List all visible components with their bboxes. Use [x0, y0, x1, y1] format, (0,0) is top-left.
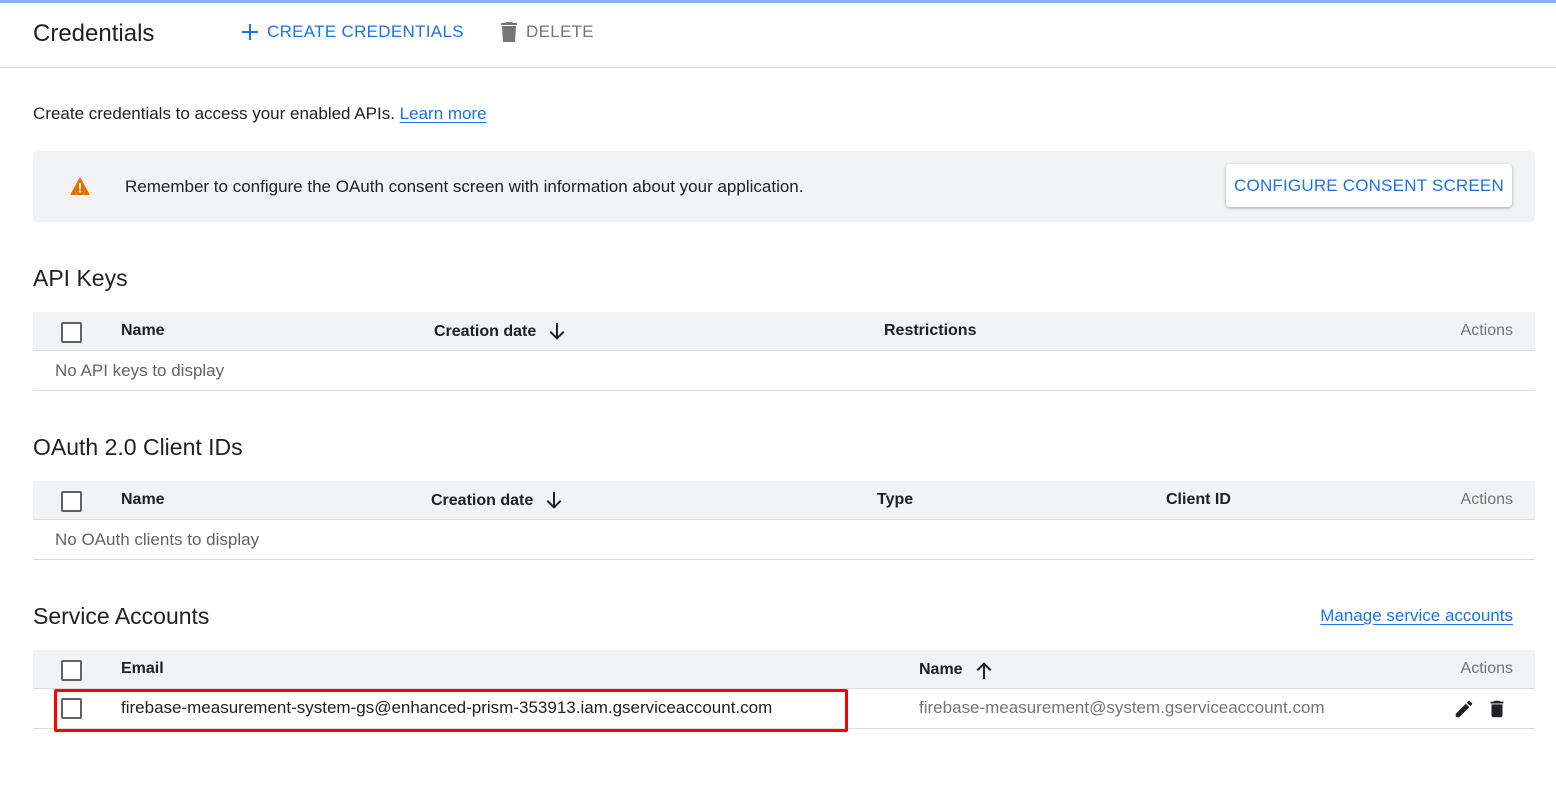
column-name[interactable]: Name — [121, 491, 165, 509]
edit-pencil-icon[interactable] — [1453, 698, 1475, 720]
oauth-title: OAuth 2.0 Client IDs — [33, 434, 243, 460]
service-accounts-title: Service Accounts — [33, 603, 210, 629]
empty-row: No OAuth clients to display — [33, 520, 1535, 560]
column-actions: Actions — [1460, 491, 1513, 508]
select-all-service-accounts-checkbox[interactable] — [61, 660, 82, 681]
service-account-name: firebase-measurement@system.gserviceacco… — [919, 698, 1325, 717]
empty-message: No OAuth clients to display — [55, 530, 260, 549]
table-row[interactable]: firebase-measurement-system-gs@enhanced-… — [33, 689, 1535, 729]
arrow-down-icon — [546, 492, 562, 509]
column-email[interactable]: Email — [121, 660, 164, 678]
oauth-table: Name Creation date Type Client ID Action… — [33, 481, 1535, 560]
delete-label: DELETE — [526, 22, 594, 41]
column-type[interactable]: Type — [877, 491, 913, 509]
page-title: Credentials — [33, 20, 155, 47]
column-actions: Actions — [1460, 322, 1513, 339]
empty-row: No API keys to display — [33, 351, 1535, 391]
oauth-header-row: Name Creation date Type Client ID Action… — [33, 481, 1535, 520]
api-keys-title: API Keys — [33, 265, 128, 291]
empty-message: No API keys to display — [55, 361, 225, 380]
column-creation-date[interactable]: Creation date — [434, 322, 566, 342]
plus-icon — [242, 24, 258, 40]
row-checkbox[interactable] — [61, 698, 82, 719]
delete-trash-icon[interactable] — [1486, 698, 1508, 720]
create-credentials-label: CREATE CREDENTIALS — [267, 22, 464, 41]
select-all-api-keys-checkbox[interactable] — [61, 322, 82, 343]
column-name-label: Name — [919, 661, 963, 678]
create-credentials-button[interactable]: CREATE CREDENTIALS — [241, 22, 464, 42]
configure-consent-screen-button[interactable]: CONFIGURE CONSENT SCREEN — [1226, 164, 1512, 207]
column-creation-date-label: Creation date — [434, 323, 537, 340]
learn-more-link[interactable]: Learn more — [400, 104, 487, 123]
select-all-oauth-checkbox[interactable] — [61, 491, 82, 512]
trash-icon — [501, 22, 517, 42]
arrow-down-icon — [549, 323, 565, 340]
service-accounts-table: Email Name Actions firebase-measurement-… — [33, 650, 1535, 729]
warning-icon — [70, 177, 90, 195]
delete-button[interactable]: DELETE — [500, 22, 594, 42]
toolbar: Credentials CREATE CREDENTIALS DELETE — [0, 3, 1556, 68]
column-creation-date-label: Creation date — [431, 492, 534, 509]
intro-text: Create credentials to access your enable… — [33, 104, 487, 124]
service-accounts-header-row: Email Name Actions — [33, 650, 1535, 689]
column-client-id[interactable]: Client ID — [1166, 491, 1231, 509]
banner-message: Remember to configure the OAuth consent … — [125, 177, 804, 196]
column-name[interactable]: Name — [121, 322, 165, 340]
manage-service-accounts-link[interactable]: Manage service accounts — [1320, 606, 1513, 626]
api-keys-header-row: Name Creation date Restrictions Actions — [33, 312, 1535, 351]
column-creation-date[interactable]: Creation date — [431, 491, 563, 511]
arrow-up-icon — [976, 662, 991, 679]
intro-description: Create credentials to access your enable… — [33, 104, 395, 123]
api-keys-table: Name Creation date Restrictions Actions … — [33, 312, 1535, 391]
column-name[interactable]: Name — [919, 660, 993, 680]
column-restrictions[interactable]: Restrictions — [884, 322, 976, 340]
oauth-consent-banner: Remember to configure the OAuth consent … — [33, 151, 1535, 222]
service-account-email[interactable]: firebase-measurement-system-gs@enhanced-… — [121, 698, 772, 718]
column-actions: Actions — [1460, 660, 1513, 677]
